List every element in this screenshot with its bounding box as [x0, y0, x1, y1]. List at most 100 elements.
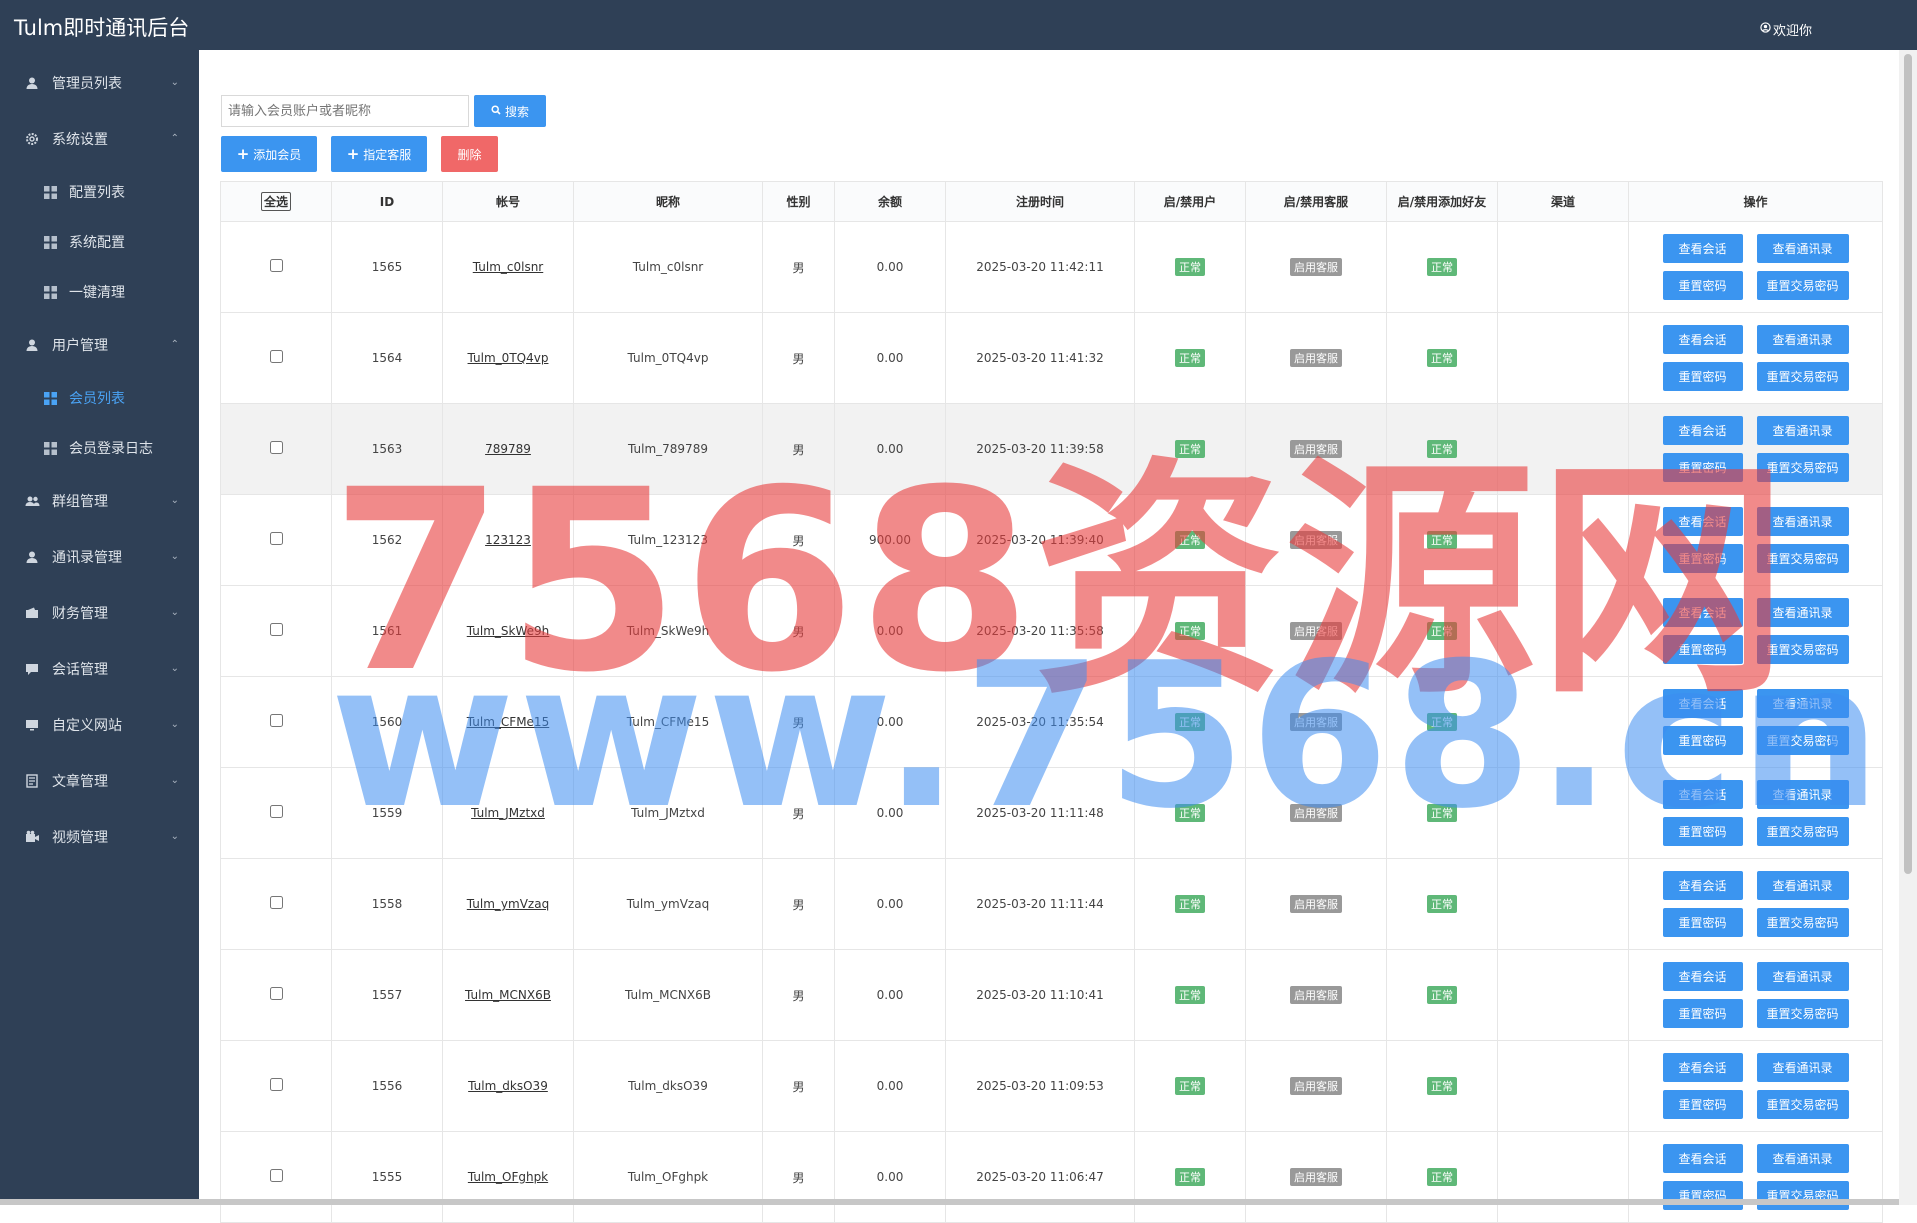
view-contacts-button[interactable]: 查看通讯录	[1756, 416, 1849, 445]
reset-trade-password-button[interactable]: 重置交易密码	[1756, 1090, 1849, 1119]
cs-status-toggle[interactable]: 启用客服	[1290, 531, 1342, 549]
reset-password-button[interactable]: 重置密码	[1662, 999, 1743, 1028]
account-link[interactable]: Tulm_MCNX6B	[465, 988, 551, 1002]
sidebar-subitem-1-0[interactable]: 配置列表	[0, 167, 199, 217]
view-chat-button[interactable]: 查看会话	[1662, 416, 1743, 445]
vertical-scrollbar[interactable]	[1899, 50, 1917, 1205]
account-link[interactable]: Tulm_0TQ4vp	[468, 351, 549, 365]
sidebar-item-4[interactable]: 通讯录管理 ⌄	[0, 529, 199, 585]
row-checkbox[interactable]	[269, 987, 283, 1000]
friend-status-toggle[interactable]: 正常	[1427, 895, 1457, 913]
reset-trade-password-button[interactable]: 重置交易密码	[1756, 817, 1849, 846]
cs-status-toggle[interactable]: 启用客服	[1290, 349, 1342, 367]
view-chat-button[interactable]: 查看会话	[1662, 962, 1743, 991]
row-checkbox[interactable]	[269, 1078, 283, 1091]
view-contacts-button[interactable]: 查看通讯录	[1756, 871, 1849, 900]
sidebar-item-0[interactable]: 管理员列表 ⌄	[0, 55, 199, 111]
view-chat-button[interactable]: 查看会话	[1662, 325, 1743, 354]
friend-status-toggle[interactable]: 正常	[1427, 1077, 1457, 1095]
account-link[interactable]: 789789	[485, 442, 531, 456]
sidebar-item-8[interactable]: 文章管理 ⌄	[0, 753, 199, 809]
cs-status-toggle[interactable]: 启用客服	[1290, 1168, 1342, 1186]
sidebar-subitem-2-0[interactable]: 会员列表	[0, 373, 199, 423]
row-checkbox[interactable]	[269, 259, 283, 272]
view-chat-button[interactable]: 查看会话	[1662, 507, 1743, 536]
sidebar-item-9[interactable]: 视频管理 ⌄	[0, 809, 199, 865]
view-chat-button[interactable]: 查看会话	[1662, 871, 1743, 900]
friend-status-toggle[interactable]: 正常	[1427, 804, 1457, 822]
cs-status-toggle[interactable]: 启用客服	[1290, 622, 1342, 640]
user-status-toggle[interactable]: 正常	[1175, 804, 1205, 822]
row-checkbox[interactable]	[269, 714, 283, 727]
view-chat-button[interactable]: 查看会话	[1662, 598, 1743, 627]
sidebar-subitem-1-2[interactable]: 一键清理	[0, 267, 199, 317]
reset-trade-password-button[interactable]: 重置交易密码	[1756, 726, 1849, 755]
reset-trade-password-button[interactable]: 重置交易密码	[1756, 908, 1849, 937]
row-checkbox[interactable]	[269, 805, 283, 818]
search-input[interactable]	[221, 95, 469, 127]
user-status-toggle[interactable]: 正常	[1175, 713, 1205, 731]
assign-cs-button[interactable]: + 指定客服	[331, 136, 427, 172]
reset-password-button[interactable]: 重置密码	[1662, 453, 1743, 482]
cs-status-toggle[interactable]: 启用客服	[1290, 1077, 1342, 1095]
delete-button[interactable]: 删除	[441, 136, 498, 172]
sidebar-item-3[interactable]: 群组管理 ⌄	[0, 473, 199, 529]
user-status-toggle[interactable]: 正常	[1175, 622, 1205, 640]
user-status-toggle[interactable]: 正常	[1175, 1168, 1205, 1186]
sidebar-item-7[interactable]: 自定义网站 ⌄	[0, 697, 199, 753]
cs-status-toggle[interactable]: 启用客服	[1290, 804, 1342, 822]
reset-trade-password-button[interactable]: 重置交易密码	[1756, 453, 1849, 482]
sidebar-item-5[interactable]: 财务管理 ⌄	[0, 585, 199, 641]
user-status-toggle[interactable]: 正常	[1175, 440, 1205, 458]
view-contacts-button[interactable]: 查看通讯录	[1756, 962, 1849, 991]
row-checkbox[interactable]	[269, 896, 283, 909]
reset-trade-password-button[interactable]: 重置交易密码	[1756, 362, 1849, 391]
user-status-toggle[interactable]: 正常	[1175, 1077, 1205, 1095]
add-member-button[interactable]: + 添加会员	[221, 136, 317, 172]
cs-status-toggle[interactable]: 启用客服	[1290, 440, 1342, 458]
account-link[interactable]: Tulm_CFMe15	[467, 715, 549, 729]
view-chat-button[interactable]: 查看会话	[1662, 1144, 1743, 1173]
view-contacts-button[interactable]: 查看通讯录	[1756, 780, 1849, 809]
reset-trade-password-button[interactable]: 重置交易密码	[1756, 271, 1849, 300]
account-link[interactable]: Tulm_OFghpk	[468, 1170, 548, 1184]
account-link[interactable]: 123123	[485, 533, 531, 547]
user-status-toggle[interactable]: 正常	[1175, 895, 1205, 913]
reset-password-button[interactable]: 重置密码	[1662, 908, 1743, 937]
select-all-checkbox[interactable]: 全选	[260, 192, 291, 211]
select-all-header[interactable]: 全选	[220, 181, 332, 222]
view-chat-button[interactable]: 查看会话	[1662, 234, 1743, 263]
row-checkbox[interactable]	[269, 350, 283, 363]
view-contacts-button[interactable]: 查看通讯录	[1756, 1144, 1849, 1173]
friend-status-toggle[interactable]: 正常	[1427, 531, 1457, 549]
cs-status-toggle[interactable]: 启用客服	[1290, 986, 1342, 1004]
friend-status-toggle[interactable]: 正常	[1427, 986, 1457, 1004]
view-contacts-button[interactable]: 查看通讯录	[1756, 234, 1849, 263]
reset-trade-password-button[interactable]: 重置交易密码	[1756, 1181, 1849, 1210]
view-contacts-button[interactable]: 查看通讯录	[1756, 598, 1849, 627]
sidebar-item-6[interactable]: 会话管理 ⌄	[0, 641, 199, 697]
sidebar-item-1[interactable]: 系统设置 ⌃	[0, 111, 199, 167]
view-contacts-button[interactable]: 查看通讯录	[1756, 689, 1849, 718]
row-checkbox[interactable]	[269, 623, 283, 636]
friend-status-toggle[interactable]: 正常	[1427, 713, 1457, 731]
reset-password-button[interactable]: 重置密码	[1662, 1090, 1743, 1119]
reset-password-button[interactable]: 重置密码	[1662, 635, 1743, 664]
user-status-toggle[interactable]: 正常	[1175, 349, 1205, 367]
search-button[interactable]: 搜索	[474, 95, 546, 127]
friend-status-toggle[interactable]: 正常	[1427, 622, 1457, 640]
friend-status-toggle[interactable]: 正常	[1427, 440, 1457, 458]
sidebar-subitem-1-1[interactable]: 系统配置	[0, 217, 199, 267]
friend-status-toggle[interactable]: 正常	[1427, 349, 1457, 367]
reset-password-button[interactable]: 重置密码	[1662, 544, 1743, 573]
horizontal-scrollbar[interactable]	[0, 1199, 1899, 1205]
account-link[interactable]: Tulm_SkWe9h	[467, 624, 550, 638]
reset-password-button[interactable]: 重置密码	[1662, 1181, 1743, 1210]
account-link[interactable]: Tulm_dksO39	[468, 1079, 548, 1093]
row-checkbox[interactable]	[269, 532, 283, 545]
cs-status-toggle[interactable]: 启用客服	[1290, 258, 1342, 276]
reset-password-button[interactable]: 重置密码	[1662, 362, 1743, 391]
account-link[interactable]: Tulm_ymVzaq	[467, 897, 549, 911]
welcome-user-menu[interactable]: 欢迎你	[1760, 20, 1812, 39]
view-contacts-button[interactable]: 查看通讯录	[1756, 325, 1849, 354]
